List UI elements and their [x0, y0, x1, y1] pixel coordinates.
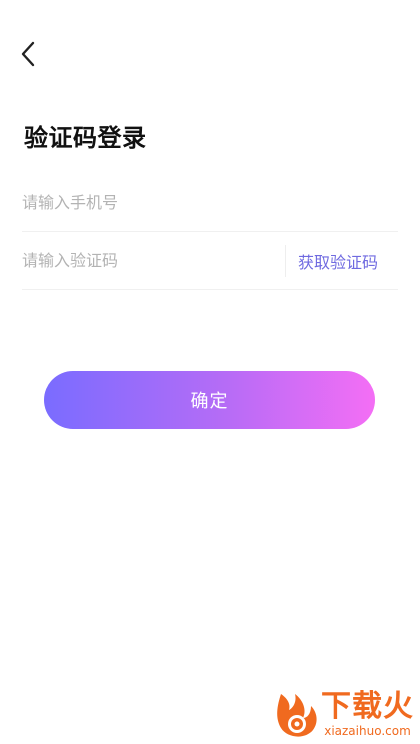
phone-input[interactable] — [22, 174, 398, 231]
back-button[interactable] — [12, 38, 44, 70]
field-divider — [284, 244, 286, 277]
login-screen: 验证码登录 获取验证码 确定 下载火 xiazaihuo.com — [0, 0, 420, 744]
code-field-row: 获取验证码 — [22, 232, 398, 290]
watermark-text: 下载火 xiazaihuo.com — [321, 689, 414, 739]
page-title: 验证码登录 — [24, 124, 147, 152]
phone-field-row — [22, 174, 398, 232]
confirm-button[interactable]: 确定 — [44, 371, 375, 429]
watermark-en: xiazaihuo.com — [324, 724, 411, 738]
code-input[interactable] — [22, 232, 285, 289]
watermark: 下载火 xiazaihuo.com — [273, 686, 414, 742]
flame-logo-icon — [277, 694, 317, 737]
get-code-button[interactable]: 获取验证码 — [298, 249, 398, 273]
watermark-cn: 下载火 — [321, 689, 414, 724]
chevron-left-icon — [21, 41, 35, 67]
